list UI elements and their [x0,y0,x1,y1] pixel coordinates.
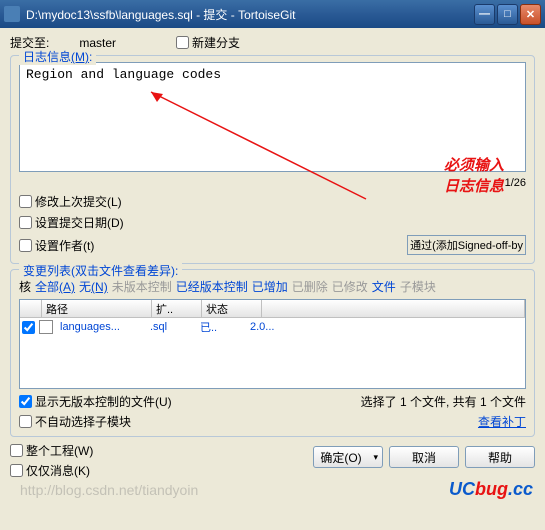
changes-group: 变更列表(双击文件查看差异): 核 全部(A) 无(N) 未版本控制 已经版本控… [10,269,535,437]
filter-submodules[interactable]: 子模块 [400,278,436,295]
col-path[interactable]: 路径 [42,300,152,317]
set-date-checkbox[interactable]: 设置提交日期(D) [19,214,124,231]
table-header: 路径 扩.. 状态 [20,300,525,318]
filter-none[interactable]: 无(N) [79,278,108,295]
annotation-arrow-icon [141,84,371,204]
new-branch-checkbox[interactable]: 新建分支 [176,34,240,51]
close-button[interactable]: ✕ [520,4,541,25]
filter-files[interactable]: 文件 [372,278,396,295]
filter-all[interactable]: 全部(A) [35,278,75,295]
window-title: D:\mydoc13\ssfb\languages.sql - 提交 - Tor… [26,6,474,23]
titlebar: D:\mydoc13\ssfb\languages.sql - 提交 - Tor… [0,0,545,28]
col-ext[interactable]: 扩.. [152,300,202,317]
changes-group-title: 变更列表(双击文件查看差异): [19,262,182,279]
filter-added[interactable]: 已增加 [252,278,288,295]
file-checkbox[interactable] [22,321,35,334]
selection-status: 选择了 1 个文件, 共有 1 个文件 [361,393,526,410]
msg-only-checkbox[interactable]: 仅仅消息(K) [10,462,93,479]
ucbug-watermark: UCbug.cc [449,479,533,500]
help-button[interactable]: 帮助 [465,446,535,468]
window-buttons: — □ ✕ [474,4,541,25]
cell-ext: .sql [146,321,196,333]
new-branch-input[interactable] [176,36,189,49]
file-list[interactable]: 路径 扩.. 状态 languages... .sql 已.. 2.0... [19,299,526,389]
no-auto-submodule-checkbox[interactable]: 不自动选择子模块 [19,413,172,430]
col-status[interactable]: 状态 [202,300,262,317]
signoff-button[interactable]: 通过(添加Signed-off-by [407,235,526,255]
filter-unversioned[interactable]: 未版本控制 [112,278,172,295]
filter-deleted[interactable]: 已删除 [292,278,328,295]
filter-check[interactable]: 核 [19,278,31,295]
log-message-group: 日志信息(M): 必须输入 日志信息 1/26 修改上次提交(L) 设置提交日期… [10,55,535,264]
minimize-button[interactable]: — [474,4,495,25]
cell-path: languages... [56,321,146,333]
show-unversioned-checkbox[interactable]: 显示无版本控制的文件(U) [19,393,172,410]
new-branch-label: 新建分支 [192,34,240,51]
cell-extra: 2.0... [246,321,306,333]
set-author-checkbox[interactable]: 设置作者(t) [19,237,94,254]
amend-checkbox[interactable]: 修改上次提交(L) [19,193,122,210]
ok-button[interactable]: 确定(O) [313,446,383,468]
file-icon [39,320,53,334]
app-icon [4,6,20,22]
filter-versioned[interactable]: 已经版本控制 [176,278,248,295]
view-patch-link[interactable]: 查看补丁 [361,413,526,430]
filter-modified[interactable]: 已修改 [332,278,368,295]
table-row[interactable]: languages... .sql 已.. 2.0... [20,318,525,336]
annotation-text: 必须输入 日志信息 [444,154,504,196]
maximize-button[interactable]: □ [497,4,518,25]
whole-project-checkbox[interactable]: 整个工程(W) [10,442,93,459]
log-group-title: 日志信息(M): [19,48,96,65]
blog-watermark: http://blog.csdn.net/tiandyoin [20,482,198,498]
filter-row: 核 全部(A) 无(N) 未版本控制 已经版本控制 已增加 已删除 已修改 文件… [19,278,526,295]
cancel-button[interactable]: 取消 [389,446,459,468]
cell-status: 已.. [196,319,246,335]
